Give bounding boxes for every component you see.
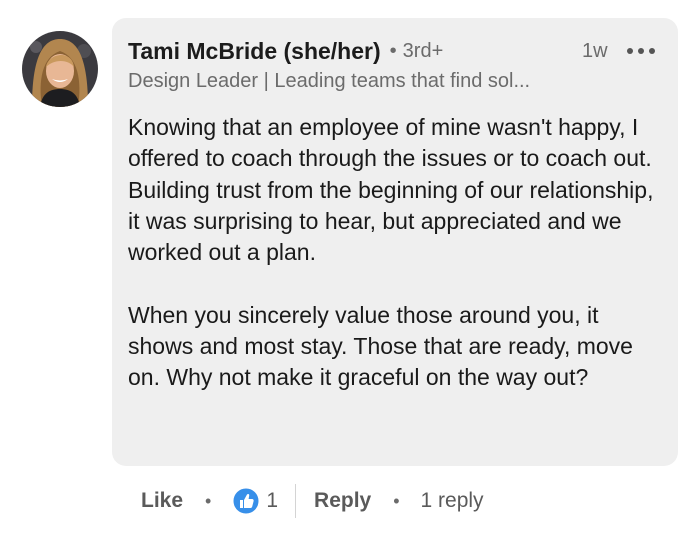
comment-actions: Like • 1 Reply • 1 reply — [141, 484, 484, 518]
avatar[interactable] — [22, 31, 98, 107]
like-button[interactable]: Like — [141, 489, 183, 513]
comment-paragraph-1: Knowing that an employee of mine wasn't … — [128, 114, 654, 266]
comment-bubble: Tami McBride (she/her) • 3rd+ 1w Design … — [112, 18, 678, 466]
actions-divider — [295, 484, 297, 518]
author-name[interactable]: Tami McBride (she/her) — [128, 38, 381, 65]
author-headline: Design Leader | Leading teams that find … — [128, 70, 531, 92]
actions-separator-dot: • — [205, 490, 212, 511]
comment-header: Tami McBride (she/her) • 3rd+ — [128, 37, 443, 65]
comment-timestamp: 1w — [582, 40, 608, 62]
reply-count-link[interactable]: 1 reply — [421, 489, 484, 513]
profile-photo — [22, 31, 98, 107]
connection-degree: 3rd+ — [402, 39, 444, 62]
like-reaction-icon[interactable] — [232, 487, 260, 515]
actions-separator-dot-2: • — [393, 490, 400, 511]
reaction-count[interactable]: 1 — [266, 489, 278, 513]
comment-text: Knowing that an employee of mine wasn't … — [128, 112, 664, 394]
header-separator-dot: • — [389, 39, 397, 62]
more-horizontal-icon[interactable] — [626, 45, 656, 57]
reply-button[interactable]: Reply — [314, 489, 371, 513]
comment-paragraph-2: When you sincerely value those around yo… — [128, 301, 633, 391]
